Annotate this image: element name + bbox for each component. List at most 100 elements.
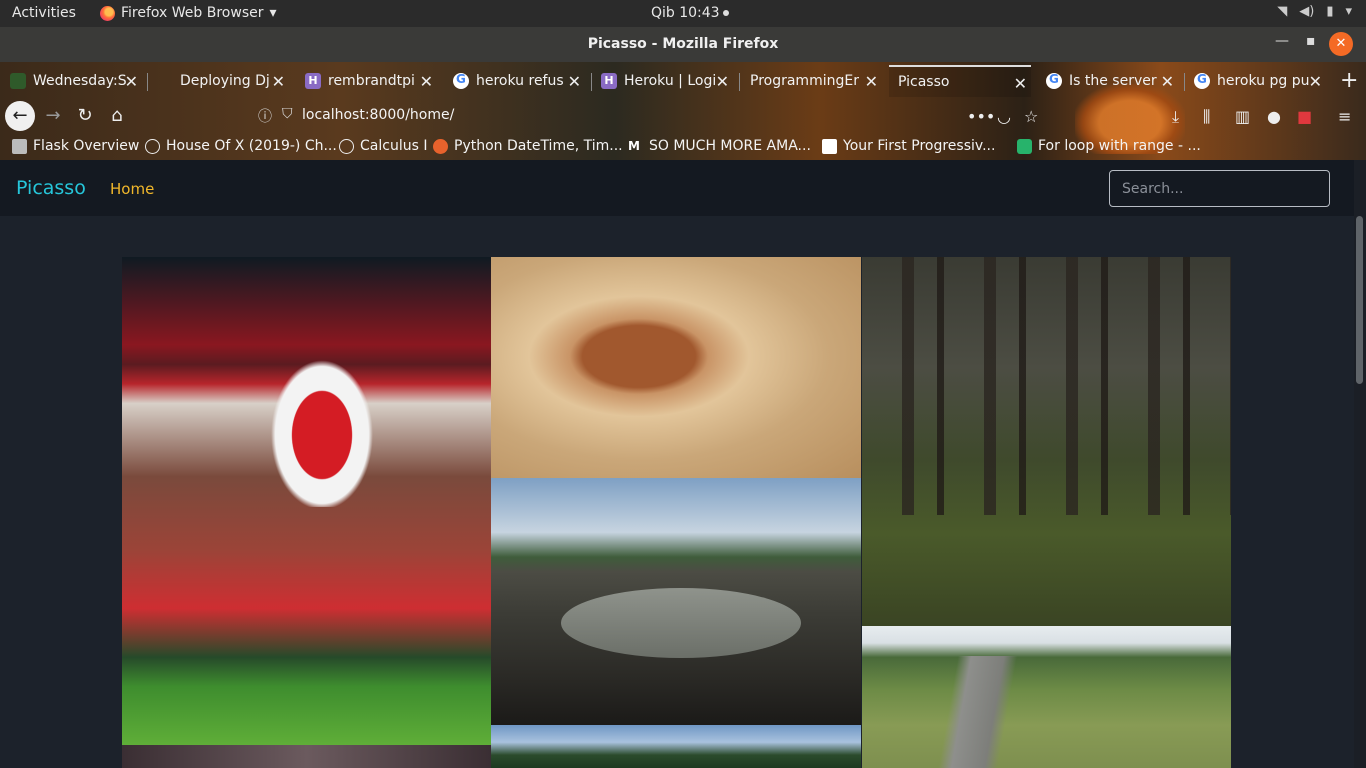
close-tab-icon[interactable]: ✕ (272, 72, 285, 91)
close-tab-icon[interactable]: ✕ (716, 72, 729, 91)
orange-favicon-icon (433, 138, 448, 154)
tab-7-active[interactable]: Picasso ✕ (889, 65, 1031, 97)
bookmark-python-datetime[interactable]: Python DateTime, Tim... (433, 138, 623, 154)
window-titlebar: Picasso - Mozilla Firefox — ▪ ✕ (0, 27, 1366, 62)
bookmark-label: Python DateTime, Tim... (454, 138, 623, 154)
tab-2[interactable]: Deploying Dj ✕ (157, 65, 285, 97)
clock[interactable]: Qib 10:43 (651, 5, 729, 21)
google-dev-favicon-icon (822, 138, 837, 154)
hamburger-menu-icon[interactable]: ≡ (1338, 107, 1351, 126)
close-tab-icon[interactable]: ✕ (125, 72, 138, 91)
app-menu[interactable]: Firefox Web Browser ▾ (100, 5, 277, 21)
close-tab-icon[interactable]: ✕ (1014, 74, 1027, 93)
tab-label: Is the server (1069, 73, 1157, 89)
home-icon[interactable]: ⌂ (104, 103, 130, 129)
tab-8[interactable]: Is the server ✕ (1046, 65, 1174, 97)
clock-label: Qib 10:43 (651, 5, 720, 21)
close-tab-icon[interactable]: ✕ (420, 72, 433, 91)
url-bar[interactable]: localhost:8000/home/ (302, 107, 454, 123)
bookmark-house-of-x[interactable]: House Of X (2019-) Ch... (145, 138, 337, 154)
tab-separator (591, 73, 592, 91)
close-tab-icon[interactable]: ✕ (1161, 72, 1174, 91)
tab-strip: Wednesday:S ✕ Deploying Dj ✕ rembrandtpi… (0, 65, 1366, 99)
maximize-button[interactable]: ▪ (1306, 33, 1316, 49)
url-site-info[interactable]: ⓘ ⛉ (258, 106, 293, 126)
sidebar-icon[interactable]: ▥ (1235, 107, 1250, 126)
tab-3[interactable]: rembrandtpi ✕ (305, 65, 433, 97)
app-menu-label: Firefox Web Browser (121, 5, 264, 21)
close-window-button[interactable]: ✕ (1329, 32, 1353, 56)
medium-favicon-icon: M (628, 138, 640, 153)
loop-favicon-icon (1017, 138, 1032, 154)
gallery-image-drawing[interactable] (491, 257, 861, 478)
minimize-button[interactable]: — (1275, 33, 1289, 49)
bookmark-so-much-more[interactable]: M SO MUCH MORE AMA... (628, 138, 811, 154)
bookmark-for-loop[interactable]: For loop with range - ... (1017, 138, 1201, 154)
navigation-toolbar: ← → ↻ ⌂ ⓘ ⛉ localhost:8000/home/ ••• ◡ ☆… (0, 99, 1366, 133)
bookmarks-toolbar: Flask Overview House Of X (2019-) Ch... … (0, 134, 1366, 160)
google-favicon-icon (453, 72, 469, 89)
gallery-image-fish[interactable] (491, 478, 861, 725)
page-actions-ellipsis-icon[interactable]: ••• (967, 107, 995, 126)
library-icon[interactable]: ⫼ (1203, 107, 1210, 127)
power-menu-chevron-icon: ▾ (1345, 4, 1352, 19)
tab-9[interactable]: heroku pg pu ✕ (1194, 65, 1322, 97)
gallery-image-partial[interactable] (122, 745, 491, 768)
nav-home-link[interactable]: Home (110, 180, 154, 198)
close-tab-icon[interactable]: ✕ (865, 72, 878, 91)
bookmark-label: SO MUCH MORE AMA... (649, 138, 811, 154)
site-navbar: Picasso Home (0, 160, 1354, 216)
back-arrow-icon[interactable]: ← (5, 101, 35, 131)
tab-label: heroku refus (476, 73, 564, 89)
bookmark-calculus[interactable]: Calculus I (339, 138, 427, 154)
chevron-down-icon: ▾ (269, 5, 277, 21)
tab-separator (1184, 73, 1185, 91)
firefox-icon (100, 5, 115, 21)
player-figure (262, 347, 382, 507)
brand-link[interactable]: Picasso (16, 177, 86, 199)
gnome-top-bar: Activities Firefox Web Browser ▾ Qib 10:… (0, 0, 1366, 27)
bookmark-star-icon[interactable]: ☆ (1024, 107, 1038, 126)
reload-icon[interactable]: ↻ (72, 103, 98, 129)
tab-1[interactable]: Wednesday:S ✕ (10, 65, 138, 97)
activities-button[interactable]: Activities (12, 5, 76, 21)
scrollbar-thumb[interactable] (1356, 216, 1363, 384)
heroku-favicon-icon (601, 73, 617, 89)
close-tab-icon[interactable]: ✕ (568, 72, 581, 91)
tree-favicon-icon (10, 73, 26, 89)
tab-4[interactable]: heroku refus ✕ (453, 65, 581, 97)
forward-arrow-icon[interactable]: → (40, 103, 66, 129)
shield-icon[interactable]: ⛉ (282, 106, 293, 126)
tab-6[interactable]: ProgrammingEr ✕ (750, 65, 878, 97)
gallery-image-lake[interactable] (491, 725, 861, 768)
bookmark-progressive[interactable]: Your First Progressiv... (822, 138, 995, 154)
system-tray[interactable]: ◥ ◀) ▮ ▾ (1277, 4, 1352, 19)
google-favicon-icon (1194, 72, 1210, 89)
volume-icon: ◀) (1299, 4, 1315, 19)
download-icon[interactable]: ⤓ (1172, 107, 1179, 127)
gallery-image-forest[interactable] (862, 257, 1231, 626)
heroku-favicon-icon (305, 73, 321, 89)
info-icon[interactable]: ⓘ (258, 106, 272, 126)
globe-icon (145, 138, 160, 154)
bookmark-label: For loop with range - ... (1038, 138, 1201, 154)
search-input[interactable] (1109, 170, 1330, 207)
tab-5[interactable]: Heroku | Logi ✕ (601, 65, 729, 97)
road-figure (932, 656, 1042, 768)
pocket-icon[interactable]: ◡ (997, 107, 1011, 126)
new-tab-plus-icon[interactable]: + (1340, 68, 1358, 93)
gallery-image-road[interactable] (862, 626, 1231, 768)
tab-separator (147, 73, 148, 91)
page-scrollbar[interactable] (1354, 160, 1366, 768)
close-tab-icon[interactable]: ✕ (1309, 72, 1322, 91)
tab-label: rembrandtpi (328, 73, 415, 89)
bookmark-label: Flask Overview (33, 138, 140, 154)
account-icon[interactable]: ● (1267, 107, 1281, 126)
tab-separator (739, 73, 740, 91)
extension-icon[interactable]: ■ (1297, 107, 1312, 126)
browser-chrome: Wednesday:S ✕ Deploying Dj ✕ rembrandtpi… (0, 62, 1366, 160)
gallery-image-football[interactable] (122, 257, 491, 745)
bookmark-flask-overview[interactable]: Flask Overview (12, 138, 139, 154)
site-favicon-icon (12, 138, 27, 154)
tab-label: Heroku | Logi (624, 73, 717, 89)
